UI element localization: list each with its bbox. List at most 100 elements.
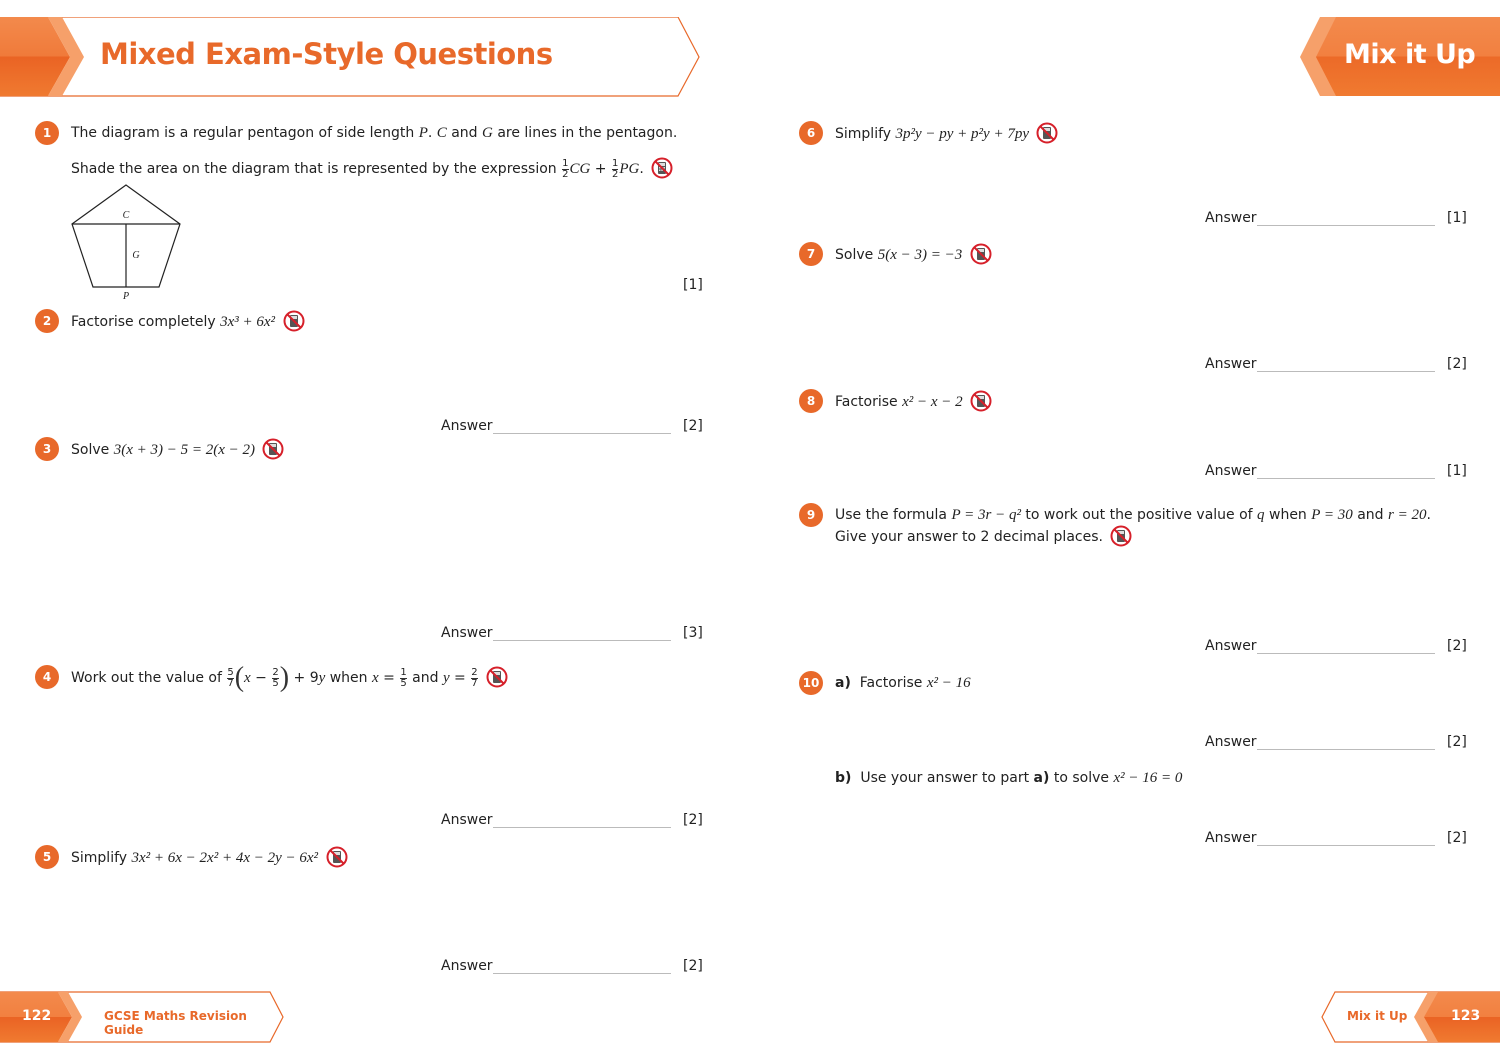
var-x: x (372, 670, 379, 686)
frac-den: 5 (400, 677, 407, 689)
question-6-text: Simplify 3p²y − py + p²y + 7py (835, 122, 1058, 145)
section-footer-title: Mix it Up (1347, 1009, 1408, 1023)
fraction: 57 (227, 667, 234, 689)
question-number-badge: 7 (799, 242, 823, 266)
q5-instruction: Simplify (71, 850, 132, 866)
answer-input-line[interactable] (493, 433, 671, 434)
answer-row: Answer [2] (1205, 638, 1475, 658)
q10b-instruction: Use your answer to part (860, 770, 1034, 786)
no-calculator-icon (283, 310, 305, 332)
frac-den: 7 (227, 677, 234, 689)
q1-var-g: G (482, 125, 493, 141)
no-calculator-icon (970, 390, 992, 412)
q4-instruction: Work out the value of (71, 670, 227, 686)
answer-label: Answer (1205, 356, 1257, 372)
answer-row: Answer [2] (1205, 356, 1475, 376)
question-2-text: Factorise completely 3x³ + 6x² (71, 310, 305, 333)
fraction-half: 12 (562, 157, 569, 180)
marks-label: [1] (1447, 210, 1467, 226)
marks-label: [2] (1447, 830, 1467, 846)
frac-den: 5 (272, 677, 279, 689)
answer-row: Answer [2] (441, 812, 711, 832)
no-calculator-icon (486, 666, 508, 688)
frac-num: 1 (611, 157, 619, 169)
question-number-badge: 4 (35, 665, 59, 689)
answer-input-line[interactable] (493, 827, 671, 828)
question-number-badge: 3 (35, 437, 59, 461)
marks-label: [2] (1447, 638, 1467, 654)
book-title: GCSE Maths Revision Guide (104, 1009, 247, 1037)
equals-sign: = (449, 670, 471, 686)
answer-label: Answer (1205, 210, 1257, 226)
answer-input-line[interactable] (493, 640, 671, 641)
answer-label: Answer (1205, 463, 1257, 479)
question-number-badge: 9 (799, 503, 823, 527)
answer-label: Answer (1205, 830, 1257, 846)
marks-label: [2] (683, 812, 703, 828)
frac-den: 2 (611, 168, 619, 180)
answer-row: Answer [2] (441, 958, 711, 978)
answer-input-line[interactable] (1257, 653, 1435, 654)
answer-label: Answer (1205, 638, 1257, 654)
answer-input-line[interactable] (1257, 371, 1435, 372)
no-calculator-icon (1036, 122, 1058, 144)
q1-instruction-text: Shade the area on the diagram that is re… (71, 161, 562, 177)
q9-text-part: Use the formula (835, 507, 952, 523)
answer-input-line[interactable] (493, 973, 671, 974)
frac-num: 1 (400, 666, 407, 678)
no-calculator-icon (262, 438, 284, 460)
plus-term: + 9 (289, 670, 319, 686)
q1-term-cg: CG (569, 161, 591, 177)
page-number-right: 123 (1451, 1008, 1481, 1024)
minus-sign: − (250, 670, 272, 686)
no-calculator-icon (1110, 525, 1132, 547)
question-7-text: Solve 5(x − 3) = −3 (835, 243, 992, 266)
frac-num: 2 (272, 666, 279, 678)
pentagon-diagram: C G P (71, 184, 181, 302)
question-1-instruction: Shade the area on the diagram that is re… (71, 157, 673, 180)
label-c: C (123, 210, 130, 221)
q9-condition-r: r = 20 (1388, 507, 1427, 523)
q10b-text-part: to solve (1049, 770, 1114, 786)
answer-row: Answer [1] (1205, 463, 1475, 483)
answer-input-line[interactable] (1257, 478, 1435, 479)
q3-instruction: Solve (71, 442, 114, 458)
frac-num: 1 (562, 157, 569, 169)
question-8-text: Factorise x² − x − 2 (835, 390, 992, 413)
right-paren: ) (279, 662, 290, 693)
question-number-badge: 5 (35, 845, 59, 869)
marks-label: [2] (683, 958, 703, 974)
question-number-badge: 10 (799, 671, 823, 695)
answer-label: Answer (441, 812, 493, 828)
when-text: when (325, 670, 372, 686)
answer-row: Answer [3] (441, 625, 711, 645)
q3-expression: 3(x + 3) − 5 = 2(x − 2) (113, 442, 255, 458)
q9-formula: P = 3r − q² (951, 507, 1021, 523)
marks-label: [2] (1447, 734, 1467, 750)
equals-sign: = (378, 670, 400, 686)
part-a-reference: a) (1033, 770, 1050, 786)
q2-instruction: Factorise completely (71, 314, 221, 330)
question-number-badge: 6 (799, 121, 823, 145)
q1-marks: [1] (683, 277, 703, 293)
no-calculator-icon (326, 846, 348, 868)
header-banner-right: Mix it Up (1298, 17, 1500, 97)
and-text: and (407, 670, 443, 686)
var-q: q (1257, 507, 1265, 523)
no-calculator-icon (651, 157, 673, 179)
page-number-left: 122 (22, 1008, 52, 1024)
answer-label: Answer (441, 418, 493, 434)
q6-expression: 3p²y − py + p²y + 7py (895, 126, 1030, 142)
answer-label: Answer (1205, 734, 1257, 750)
answer-input-line[interactable] (1257, 225, 1435, 226)
footer-left: 122 GCSE Maths Revision Guide (0, 991, 285, 1043)
marks-label: [3] (683, 625, 703, 641)
answer-row: Answer [2] (1205, 830, 1475, 850)
answer-input-line[interactable] (1257, 749, 1435, 750)
question-10b-text: b) Use your answer to part a) to solve x… (835, 768, 1182, 788)
marks-label: [2] (683, 418, 703, 434)
q5-expression: 3x² + 6x − 2x² + 4x − 2y − 6x² (131, 850, 319, 866)
answer-input-line[interactable] (1257, 845, 1435, 846)
q9-text-part: to work out the positive value of (1020, 507, 1258, 523)
label-p: P (122, 291, 129, 302)
